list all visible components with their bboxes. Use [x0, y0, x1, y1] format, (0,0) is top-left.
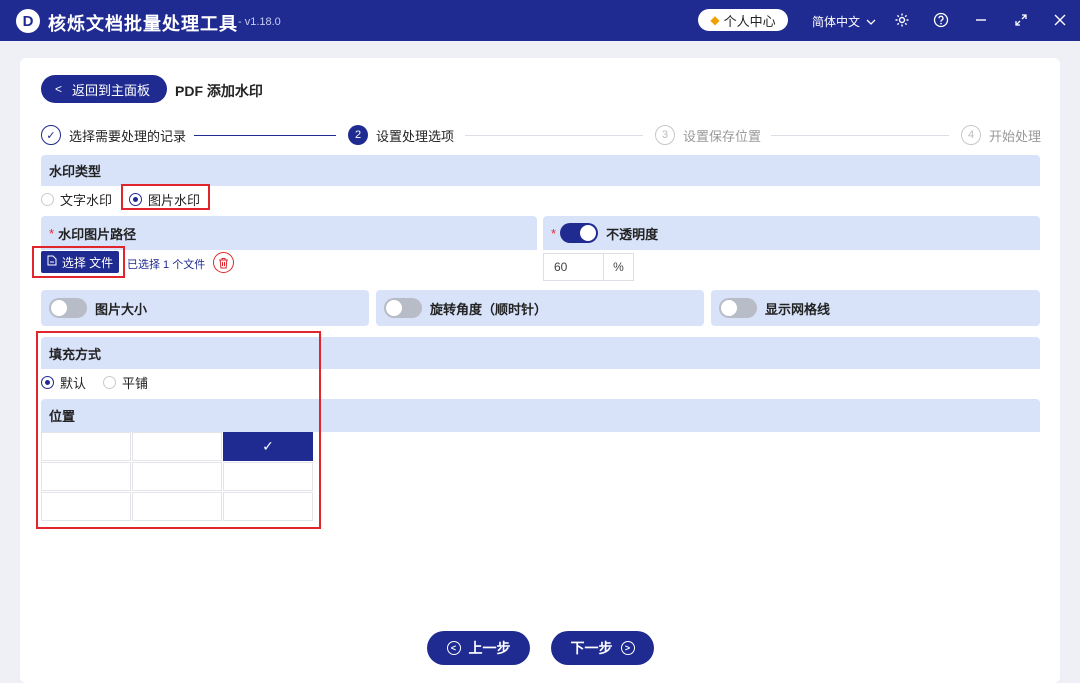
user-center-label: 个人中心: [723, 13, 776, 29]
chevron-left-icon: <: [55, 82, 63, 96]
image-size-toggle[interactable]: [49, 298, 87, 318]
rotation-header: 旋转角度（顺时针）: [376, 290, 704, 326]
opacity-input[interactable]: 60 %: [543, 253, 634, 281]
radio-label: 图片水印: [148, 193, 201, 208]
opacity-header: * 不透明度: [543, 216, 1040, 250]
grid-lines-header: 显示网格线: [711, 290, 1040, 326]
step-number: 3: [655, 125, 675, 145]
radio-dot: [41, 193, 54, 206]
minimize-icon[interactable]: [972, 11, 990, 29]
step-4: 4 开始处理: [961, 125, 1041, 145]
step-number: 4: [961, 125, 981, 145]
file-count-text: 已选择 1 个文件: [127, 259, 206, 271]
image-size-header: 图片大小: [41, 290, 369, 326]
radio-label: 文字水印: [60, 193, 113, 208]
check-icon: ✓: [41, 125, 61, 145]
required-mark: *: [49, 225, 55, 241]
image-path-header: * 水印图片路径: [41, 216, 537, 250]
section-title: 不透明度: [606, 226, 659, 242]
step-connector: [771, 135, 949, 136]
opacity-unit: %: [613, 260, 624, 274]
grid-lines-toggle[interactable]: [719, 298, 757, 318]
gear-icon[interactable]: [893, 11, 911, 29]
section-title: 水印图片路径: [58, 226, 137, 242]
section-title: 水印类型: [49, 164, 102, 179]
trash-icon[interactable]: [213, 252, 234, 273]
radio-dot: [129, 193, 142, 206]
required-mark: *: [551, 225, 557, 241]
highlight-box: [36, 331, 321, 529]
step-2: 2 设置处理选项: [348, 125, 454, 145]
language-select[interactable]: 简体中文: [812, 13, 876, 30]
chevron-down-icon: [866, 19, 876, 25]
step-label: 选择需要处理的记录: [69, 128, 187, 144]
step-connector: [465, 135, 643, 136]
step-label: 设置处理选项: [376, 128, 455, 144]
section-title: 显示网格线: [765, 301, 831, 317]
step-1: ✓ 选择需要处理的记录: [41, 125, 186, 145]
prev-step-button[interactable]: < 上一步: [427, 631, 530, 665]
radio-text-watermark[interactable]: 文字水印: [41, 190, 112, 209]
diamond-icon: ◆: [710, 13, 720, 27]
file-icon: [47, 255, 57, 269]
back-to-main-button[interactable]: < 返回到主面板: [41, 75, 167, 103]
help-icon[interactable]: [932, 11, 950, 29]
chevron-right-circle-icon: >: [620, 641, 635, 655]
chevron-left-circle-icon: <: [446, 641, 461, 655]
next-step-label: 下一步: [570, 640, 613, 656]
maximize-icon[interactable]: [1012, 11, 1030, 29]
section-title: 图片大小: [95, 301, 148, 317]
close-icon[interactable]: [1051, 11, 1069, 29]
section-title: 旋转角度（顺时针）: [430, 301, 548, 317]
step-label: 设置保存位置: [683, 128, 762, 144]
back-button-label: 返回到主面板: [72, 82, 151, 98]
title-bar: D 核烁文档批量处理工具 - v1.18.0 ◆ 个人中心 简体中文: [0, 0, 1080, 41]
rotation-toggle[interactable]: [384, 298, 422, 318]
select-file-button[interactable]: 选择 文件: [41, 251, 119, 273]
opacity-toggle[interactable]: [560, 223, 599, 243]
select-file-label: 选择 文件: [61, 255, 114, 270]
language-label: 简体中文: [812, 15, 861, 29]
user-center-button[interactable]: ◆ 个人中心: [698, 9, 788, 31]
step-connector: [194, 135, 336, 136]
step-number: 2: [348, 125, 368, 145]
app-version: - v1.18.0: [238, 16, 281, 28]
app-title: 核烁文档批量处理工具: [48, 14, 238, 34]
page-title: PDF 添加水印: [175, 83, 263, 99]
watermark-type-header: 水印类型: [41, 155, 1040, 186]
step-label: 开始处理: [989, 128, 1042, 144]
next-step-button[interactable]: 下一步 >: [551, 631, 654, 665]
step-3: 3 设置保存位置: [655, 125, 761, 145]
prev-step-label: 上一步: [468, 640, 511, 656]
app-logo-icon: D: [16, 9, 40, 33]
radio-image-watermark[interactable]: 图片水印: [129, 190, 200, 209]
opacity-value[interactable]: 60: [544, 254, 604, 280]
